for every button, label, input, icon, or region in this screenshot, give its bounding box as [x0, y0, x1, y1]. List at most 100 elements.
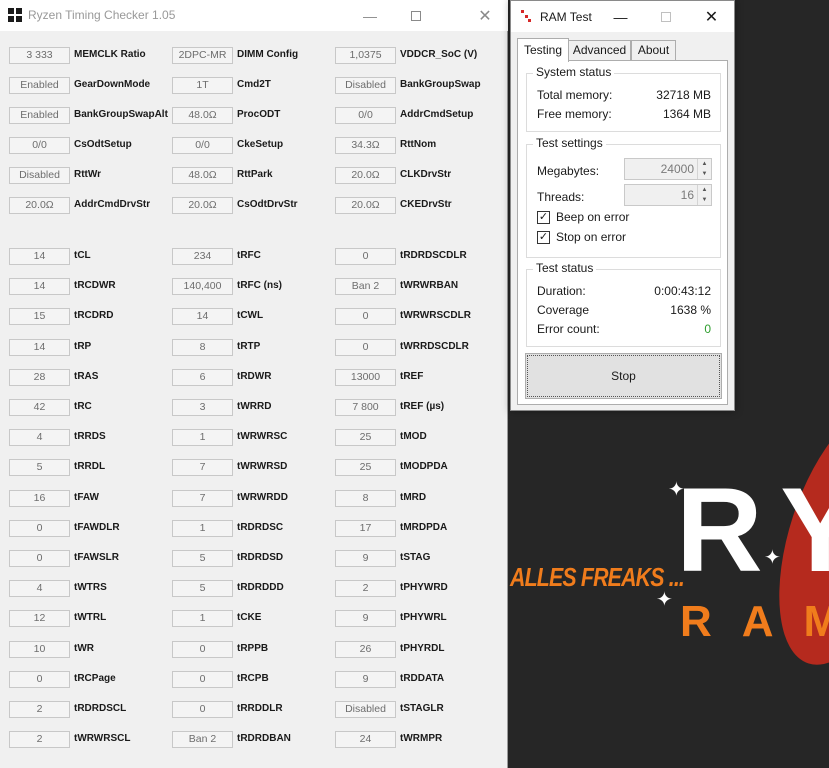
timing-value: Enabled	[9, 107, 70, 124]
timing-value: 12	[9, 610, 70, 627]
ramtest-app-icon	[521, 10, 531, 22]
timing-label: CLKDrvStr	[400, 169, 452, 180]
timing-value: 20.0Ω	[9, 197, 70, 214]
timing-value: 0	[9, 671, 70, 688]
error-count-value: 0	[704, 322, 711, 336]
timing-value: 1,0375	[335, 47, 396, 64]
checkmark-icon: ✓	[537, 231, 550, 244]
timing-value: 48.0Ω	[172, 107, 233, 124]
timing-label: tFAWSLR	[74, 552, 119, 563]
megabytes-input[interactable]: 24000 ▲ ▼	[624, 158, 712, 180]
timing-label: tRC	[74, 401, 92, 412]
timing-value: 2DPC-MR	[172, 47, 233, 64]
timing-value: 26	[335, 641, 396, 658]
timing-label: tWRRDSCDLR	[400, 341, 469, 352]
timing-label: tMRD	[400, 492, 427, 503]
total-memory-label: Total memory:	[537, 88, 613, 102]
timing-value: 1T	[172, 77, 233, 94]
timing-value: 34.3Ω	[335, 137, 396, 154]
timing-label: tREF	[400, 371, 424, 382]
coverage-value: 1638 %	[670, 303, 711, 317]
threads-input[interactable]: 16 ▲ ▼	[624, 184, 712, 206]
desktop: RY RAM C ALLES FREAKS ... ✦ ✦ ✦ Ryzen Ti…	[0, 0, 829, 768]
timing-label: RttWr	[74, 169, 102, 180]
tab-testing[interactable]: Testing	[517, 38, 569, 62]
timing-label: tWRRD	[237, 401, 272, 412]
timing-label: tCWL	[237, 310, 264, 321]
timing-value: 20.0Ω	[335, 197, 396, 214]
timing-label: tRTP	[237, 341, 261, 352]
window-title: RAM Test	[540, 10, 592, 24]
timing-label: tRCDWR	[74, 280, 116, 291]
timing-label: tWTRL	[74, 612, 107, 623]
timing-value: 1	[172, 429, 233, 446]
timing-label: tMRDPDA	[400, 522, 448, 533]
minimize-button[interactable]: —	[347, 0, 393, 31]
timing-label: tRDDATA	[400, 673, 445, 684]
timing-label: tRRDS	[74, 431, 106, 442]
timing-value: 20.0Ω	[335, 167, 396, 184]
minimize-icon: —	[613, 8, 628, 25]
timing-value: 0	[335, 308, 396, 325]
maximize-button[interactable]	[393, 0, 439, 31]
close-button[interactable]: ✕	[689, 1, 734, 32]
timing-label: tRCPB	[237, 673, 269, 684]
timing-value: 4	[9, 429, 70, 446]
threads-label: Threads:	[537, 190, 585, 204]
spinner-icon[interactable]: ▲ ▼	[697, 159, 711, 179]
spinner-icon[interactable]: ▲ ▼	[697, 185, 711, 205]
timing-label: BankGroupSwap	[400, 79, 481, 90]
sparkle-icon: ✦	[668, 479, 685, 501]
ramtest-titlebar[interactable]: RAM Test — ✕	[511, 1, 734, 32]
tab-advanced[interactable]: Advanced	[568, 40, 631, 61]
timing-value: Ban 2	[172, 731, 233, 748]
timing-value: 48.0Ω	[172, 167, 233, 184]
timing-value: Ban 2	[335, 278, 396, 295]
stop-button[interactable]: Stop	[525, 353, 722, 399]
timing-label: Cmd2T	[237, 79, 271, 90]
timing-value: 2	[9, 731, 70, 748]
timing-value: 0	[335, 339, 396, 356]
tab-about[interactable]: About	[631, 40, 676, 61]
timing-label: tRDRDSCL	[74, 703, 127, 714]
timing-value: 3	[172, 399, 233, 416]
timing-label: tRPPB	[237, 643, 269, 654]
timing-value: Disabled	[335, 701, 396, 718]
timing-label: CsOdtDrvStr	[237, 199, 298, 210]
timing-label: tRAS	[74, 371, 99, 382]
free-memory-value: 1364 MB	[662, 107, 711, 121]
timing-label: tRCDRD	[74, 310, 114, 321]
timing-value: 0/0	[9, 137, 70, 154]
timing-label: tWRWRSCDLR	[400, 310, 471, 321]
close-button[interactable]: ✕	[462, 0, 508, 31]
timing-value: 14	[172, 308, 233, 325]
close-icon: ✕	[478, 7, 492, 25]
timing-value: 6	[172, 369, 233, 386]
timing-label: tPHYWRD	[400, 582, 448, 593]
rtc-titlebar[interactable]: Ryzen Timing Checker 1.05 — ✕	[0, 0, 508, 31]
ryzen-timing-checker-window: Ryzen Timing Checker 1.05 — ✕ 3 333 MEMCL…	[0, 0, 508, 768]
timing-label: RttNom	[400, 139, 437, 150]
timing-value: 9	[335, 550, 396, 567]
timing-label: DIMM Config	[237, 49, 299, 60]
timing-value: 1	[172, 610, 233, 627]
timing-value: 24	[335, 731, 396, 748]
timing-label: tRDRDSD	[237, 552, 284, 563]
timing-label: tRDRDSCDLR	[400, 250, 467, 261]
timing-label: AddrCmdDrvStr	[74, 199, 151, 210]
timing-value: 0	[9, 520, 70, 537]
timing-label: tRDRDDD	[237, 582, 284, 593]
timing-label: tRDWR	[237, 371, 272, 382]
timing-label: tSTAGLR	[400, 703, 444, 714]
minimize-button[interactable]: —	[598, 1, 643, 32]
testing-tab-panel: System status Total memory: 32718 MB Fre…	[517, 60, 728, 405]
system-status-group: System status Total memory: 32718 MB Fre…	[526, 65, 721, 132]
timing-value: 8	[172, 339, 233, 356]
duration-value: 0:00:43:12	[654, 284, 711, 298]
timing-label: tWRWRBAN	[400, 280, 459, 291]
timing-label: tFAWDLR	[74, 522, 120, 533]
windows-logo-icon	[8, 8, 22, 22]
timing-value: 7	[172, 490, 233, 507]
timing-value: 234	[172, 248, 233, 265]
timing-value: 0	[335, 248, 396, 265]
